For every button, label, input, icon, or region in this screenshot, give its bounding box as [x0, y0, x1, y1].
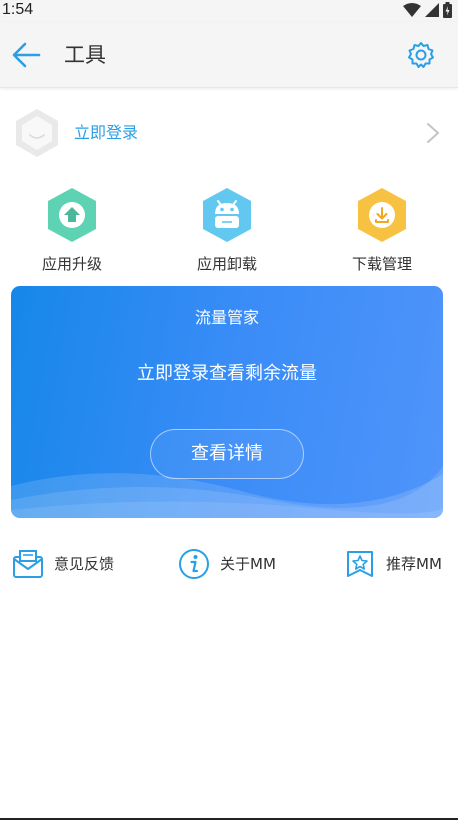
- tool-label: 下载管理: [351, 255, 412, 273]
- feedback-label: 意见反馈: [54, 555, 115, 573]
- recommend-label: 推荐MM: [386, 555, 442, 573]
- tool-app-upgrade[interactable]: 应用升级: [17, 186, 127, 278]
- recommend-item[interactable]: 推荐MM: [344, 546, 456, 582]
- tool-app-uninstall[interactable]: 应用卸载: [172, 186, 282, 278]
- upgrade-icon: [48, 188, 96, 242]
- battery-icon: [443, 2, 452, 18]
- about-item[interactable]: 关于MM: [178, 546, 288, 582]
- tool-label: 应用卸载: [196, 255, 257, 273]
- avatar-icon: [16, 109, 58, 157]
- card-message[interactable]: 立即登录查看剩余流量: [11, 362, 443, 386]
- tool-label: 应用升级: [41, 255, 102, 273]
- login-label: 立即登录: [74, 123, 139, 142]
- card-title: 流量管家: [194, 308, 259, 327]
- status-bar: 1:54: [0, 0, 458, 22]
- status-icons: [403, 2, 452, 18]
- back-button[interactable]: [8, 39, 44, 71]
- bottom-actions: 意见反馈 关于MM 推荐MM: [0, 546, 458, 582]
- android-icon: [203, 188, 251, 242]
- about-label: 关于MM: [220, 555, 276, 573]
- arrow-left-icon: [12, 42, 41, 68]
- view-details-button[interactable]: 查看详情: [150, 429, 304, 479]
- recommend-icon: [347, 551, 373, 577]
- gear-icon: [408, 42, 434, 68]
- tool-download-manager[interactable]: 下载管理: [327, 186, 437, 278]
- page-title: 工具: [64, 43, 106, 67]
- info-icon: [179, 549, 209, 579]
- login-row[interactable]: 立即登录: [0, 102, 458, 164]
- status-time: 1:54: [2, 1, 34, 18]
- tools-row: 应用升级 应用卸载 下载管理: [0, 186, 458, 278]
- feedback-item[interactable]: 意见反馈: [12, 546, 122, 582]
- feedback-icon: [13, 550, 43, 578]
- wifi-icon: [403, 3, 421, 17]
- signal-icon: [425, 3, 439, 17]
- settings-button[interactable]: [406, 40, 436, 70]
- traffic-manager-card: 流量管家 立即登录查看剩余流量 查看详情: [11, 286, 443, 518]
- app-bar: 工具: [0, 22, 458, 88]
- chevron-right-icon: [427, 123, 439, 143]
- download-icon: [358, 188, 406, 242]
